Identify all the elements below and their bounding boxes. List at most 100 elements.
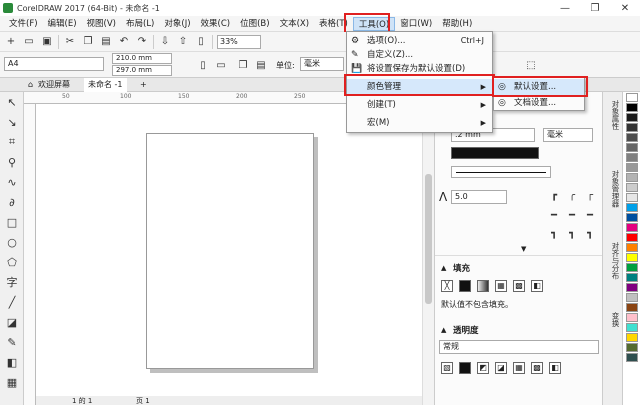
- tab-align-distribute[interactable]: 对齐与分布: [605, 242, 621, 280]
- menu-effects[interactable]: 效果(C): [196, 17, 236, 31]
- color-swatch[interactable]: [625, 103, 638, 112]
- pattern-fill-icon[interactable]: ▦: [495, 280, 507, 292]
- pos-outside-icon[interactable]: ┓: [547, 226, 561, 240]
- unit-select[interactable]: 毫米: [300, 57, 344, 71]
- menu-item-macros[interactable]: 宏(M) ▶: [347, 115, 492, 131]
- color-swatch[interactable]: [625, 133, 638, 142]
- cap-square-icon[interactable]: ━: [583, 208, 597, 222]
- postscript-fill-icon[interactable]: ◧: [531, 280, 543, 292]
- tab-object-manager[interactable]: 对象管理器: [605, 170, 621, 208]
- eyedropper-tool-icon[interactable]: ✎: [0, 332, 24, 352]
- merge-mode-select[interactable]: 常规: [439, 340, 599, 354]
- uniform-transparency-icon[interactable]: [459, 362, 471, 374]
- corner-round-icon[interactable]: ╭: [565, 188, 579, 202]
- color-swatch[interactable]: [625, 113, 638, 122]
- collapse-transparency-icon[interactable]: ▲: [441, 326, 446, 334]
- menu-layout[interactable]: 布局(L): [121, 17, 159, 31]
- color-swatch[interactable]: [625, 243, 638, 252]
- menu-window[interactable]: 窗口(W): [395, 17, 437, 31]
- cap-butt-icon[interactable]: ━: [547, 208, 561, 222]
- pick-tool-icon[interactable]: ↖: [0, 92, 24, 112]
- import-icon[interactable]: ⇩: [158, 35, 172, 49]
- save-icon[interactable]: ▣: [40, 35, 54, 49]
- color-swatch[interactable]: [625, 223, 638, 232]
- color-swatch[interactable]: [625, 203, 638, 212]
- cap-round-icon[interactable]: ━: [565, 208, 579, 222]
- paper-size-select[interactable]: A4: [4, 57, 104, 71]
- color-swatch[interactable]: [625, 143, 638, 152]
- page-tab[interactable]: 页 1: [136, 396, 150, 405]
- text-tool-icon[interactable]: 字: [0, 272, 24, 292]
- landscape-icon[interactable]: ▭: [214, 58, 228, 72]
- texture-fill-icon[interactable]: ▩: [513, 280, 525, 292]
- zoom-tool-icon[interactable]: ⚲: [0, 152, 24, 172]
- tab-welcome[interactable]: 欢迎屏幕: [34, 78, 74, 92]
- collapse-fill-icon[interactable]: ▲: [441, 264, 446, 272]
- color-swatch[interactable]: [625, 293, 638, 302]
- vector-pattern-transparency-icon[interactable]: ◪: [495, 362, 507, 374]
- line-style-select[interactable]: [451, 166, 551, 178]
- tab-document[interactable]: 未命名 -1: [84, 78, 127, 92]
- color-swatch[interactable]: [625, 313, 638, 322]
- tab-transform[interactable]: 变换: [605, 312, 621, 327]
- close-button[interactable]: ✕: [610, 3, 640, 14]
- color-swatch[interactable]: [625, 163, 638, 172]
- color-swatch[interactable]: [625, 353, 638, 362]
- polygon-tool-icon[interactable]: ⬠: [0, 252, 24, 272]
- outline-unit-select[interactable]: 毫米: [543, 128, 593, 142]
- color-swatch[interactable]: [625, 343, 638, 352]
- miter-limit-field[interactable]: 5.0: [451, 190, 507, 204]
- color-swatch[interactable]: [625, 253, 638, 262]
- current-page-icon[interactable]: ▤: [254, 58, 268, 72]
- zoom-level-field[interactable]: 33%: [217, 34, 261, 49]
- color-swatch[interactable]: [625, 123, 638, 132]
- expand-chevron-icon[interactable]: ▼: [521, 245, 526, 253]
- menu-item-create[interactable]: 创建(T) ▶: [347, 97, 492, 113]
- color-swatch[interactable]: [625, 263, 638, 272]
- maximize-button[interactable]: ❐: [580, 3, 610, 14]
- color-swatch[interactable]: [625, 283, 638, 292]
- menu-object[interactable]: 对象(J): [159, 17, 195, 31]
- all-pages-icon[interactable]: ❐: [236, 58, 250, 72]
- menu-text[interactable]: 文本(X): [275, 17, 314, 31]
- minimize-button[interactable]: —: [550, 3, 580, 14]
- crop-tool-icon[interactable]: ⌗: [0, 132, 24, 152]
- add-tab-icon[interactable]: +: [136, 78, 151, 92]
- color-swatch[interactable]: [625, 183, 638, 192]
- no-fill-icon[interactable]: ╳: [441, 280, 453, 292]
- color-swatch[interactable]: [625, 173, 638, 182]
- rectangle-tool-icon[interactable]: □: [0, 212, 24, 232]
- pos-center-icon[interactable]: ┓: [565, 226, 579, 240]
- pos-inside-icon[interactable]: ┓: [583, 226, 597, 240]
- page-width-field[interactable]: 210.0 mm: [112, 53, 172, 64]
- copy-icon[interactable]: ❐: [81, 35, 95, 49]
- color-swatch[interactable]: [625, 333, 638, 342]
- menu-bitmaps[interactable]: 位图(B): [235, 17, 274, 31]
- texture-transparency-icon[interactable]: ◧: [549, 362, 561, 374]
- color-swatch[interactable]: [625, 233, 638, 242]
- selection-frame-icon[interactable]: ⬚: [524, 58, 538, 72]
- freehand-tool-icon[interactable]: ∿: [0, 172, 24, 192]
- open-icon[interactable]: ▭: [22, 35, 36, 49]
- no-transparency-icon[interactable]: ▧: [441, 362, 453, 374]
- color-swatch[interactable]: [625, 193, 638, 202]
- page-height-field[interactable]: 297.0 mm: [112, 65, 172, 76]
- new-icon[interactable]: +: [4, 35, 18, 49]
- ellipse-tool-icon[interactable]: ○: [0, 232, 24, 252]
- smart-fill-icon[interactable]: ▦: [0, 372, 24, 392]
- tab-object-properties[interactable]: 对象属性: [605, 100, 621, 130]
- cut-icon[interactable]: ✂: [63, 35, 77, 49]
- dropshadow-tool-icon[interactable]: ◪: [0, 312, 24, 332]
- artistic-media-icon[interactable]: ∂: [0, 192, 24, 212]
- portrait-icon[interactable]: ▯: [196, 58, 210, 72]
- uniform-fill-icon[interactable]: [459, 280, 471, 292]
- corner-bevel-icon[interactable]: ┌: [583, 188, 597, 202]
- corner-miter-icon[interactable]: ┏: [547, 188, 561, 202]
- pdf-icon[interactable]: ▯: [194, 35, 208, 49]
- color-swatch[interactable]: [625, 93, 638, 102]
- shape-tool-icon[interactable]: ↘: [0, 112, 24, 132]
- export-icon[interactable]: ⇧: [176, 35, 190, 49]
- menu-edit[interactable]: 编辑(E): [43, 17, 82, 31]
- color-swatch[interactable]: [625, 303, 638, 312]
- undo-icon[interactable]: ↶: [117, 35, 131, 49]
